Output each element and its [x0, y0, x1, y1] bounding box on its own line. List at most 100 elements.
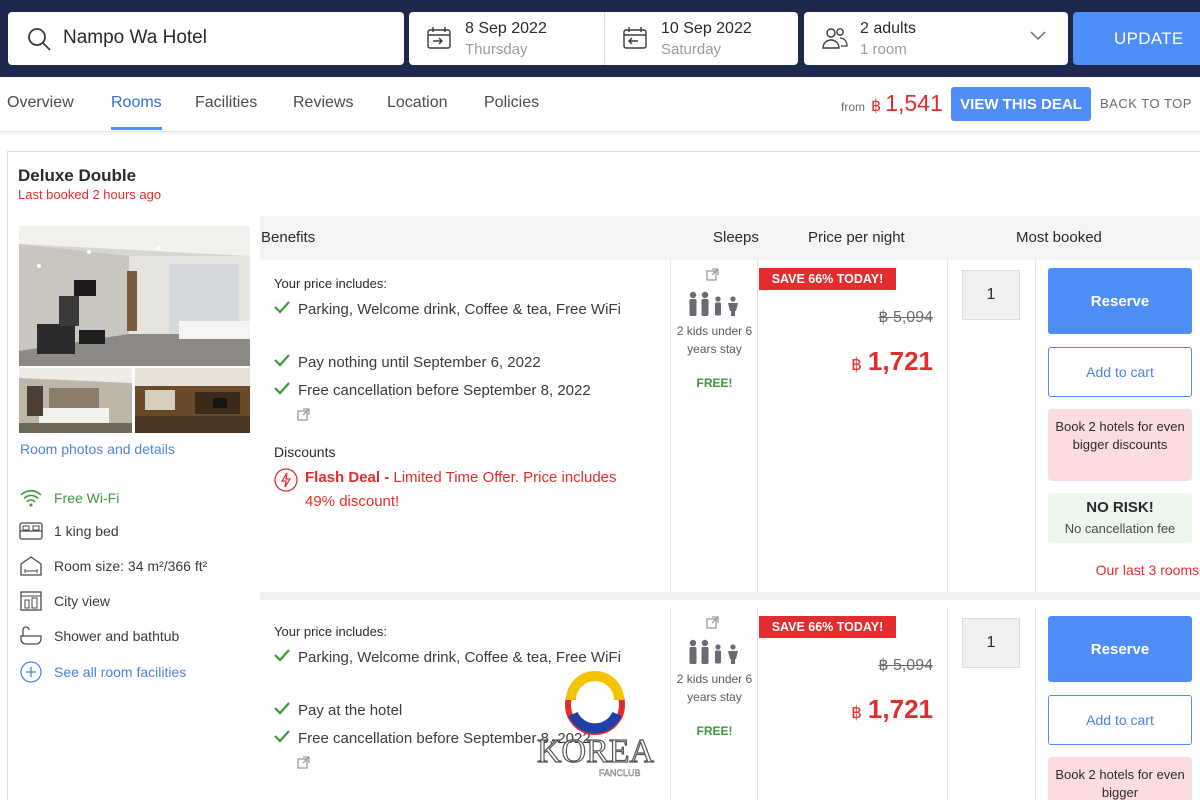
- see-all-facilities-link[interactable]: See all room facilities: [18, 661, 186, 683]
- tab-policies[interactable]: Policies: [484, 94, 539, 112]
- header-sleeps: Sleeps: [713, 229, 759, 246]
- plus-circle-icon: [18, 661, 44, 683]
- occupancy-icon: [689, 639, 738, 664]
- benefit-item: Free cancellation before September 8, 20…: [274, 379, 654, 403]
- external-link-icon[interactable]: [297, 756, 310, 769]
- discounted-price-value: 1,721: [867, 694, 933, 724]
- multi-hotel-promo: Book 2 hotels for even bigger discounts: [1048, 409, 1192, 481]
- watermark-text: KOREA: [537, 733, 655, 770]
- currency-symbol: ฿: [851, 703, 862, 722]
- reserve-button[interactable]: Reserve: [1048, 268, 1192, 334]
- external-link-icon[interactable]: [297, 408, 310, 421]
- back-to-top-link[interactable]: BACK TO TOP: [1100, 96, 1192, 111]
- check-icon: [274, 646, 298, 670]
- search-bar: Nampo Wa Hotel 8 Sep 2022 Thursday 10 Se…: [0, 0, 1200, 77]
- facility-wifi: Free Wi-Fi: [18, 487, 119, 509]
- tab-location[interactable]: Location: [387, 94, 448, 112]
- korea-fanclub-watermark-logo: KOREA FANCLUB: [536, 671, 655, 778]
- reserve-button[interactable]: Reserve: [1048, 616, 1192, 682]
- facility-label: Free Wi-Fi: [54, 490, 120, 506]
- room-photo-thumb[interactable]: [19, 368, 132, 433]
- booking-cell: Reserve Add to cart Book 2 hotels for ev…: [1036, 608, 1200, 800]
- kids-free-label: FREE!: [696, 376, 733, 390]
- check-icon: [274, 699, 298, 723]
- room-quantity-select[interactable]: 1: [962, 618, 1020, 668]
- room-photo-main[interactable]: [19, 226, 250, 366]
- benefit-text: Parking, Welcome drink, Coffee & tea, Fr…: [298, 649, 621, 666]
- no-risk-title: NO RISK!: [1086, 499, 1154, 516]
- facility-bed: 1 king bed: [18, 520, 119, 542]
- flash-deal-label: Flash Deal -: [305, 469, 390, 486]
- price-cell: SAVE 66% TODAY! ฿ 5,094 ฿ 1,721: [758, 260, 948, 592]
- external-link-icon[interactable]: [706, 268, 719, 281]
- quantity-cell: 1: [948, 260, 1036, 592]
- offer-row: Your price includes: Parking, Welcome dr…: [260, 608, 1200, 800]
- benefit-text: Free cancellation before September 8, 20…: [298, 382, 591, 399]
- view-deal-button[interactable]: VIEW THIS DEAL: [951, 87, 1091, 121]
- chevron-down-icon: [1030, 31, 1046, 41]
- external-link-icon[interactable]: [706, 616, 719, 629]
- flash-deal-text: Flash Deal - Limited Time Offer. Price i…: [305, 466, 625, 514]
- facility-city-view: City view: [18, 590, 110, 612]
- tab-facilities[interactable]: Facilities: [195, 94, 257, 112]
- price-includes-title: Your price includes:: [274, 624, 387, 639]
- facility-label: Room size: 34 m²/366 ft²: [54, 558, 208, 574]
- scarcity-message: Our last 3 rooms!: [1095, 562, 1200, 578]
- discounted-price: ฿ 1,721: [851, 346, 933, 377]
- benefit-text: Parking, Welcome drink, Coffee & tea, Fr…: [298, 301, 621, 318]
- checkin-day: Thursday: [465, 41, 528, 58]
- original-price: ฿ 5,094: [878, 309, 933, 326]
- watermark-subtext: FANCLUB: [599, 768, 641, 778]
- room-photo-thumb[interactable]: [135, 368, 250, 433]
- save-badge: SAVE 66% TODAY!: [759, 268, 896, 290]
- facility-label: City view: [54, 593, 111, 609]
- price-includes-title: Your price includes:: [274, 276, 387, 291]
- original-price: ฿ 5,094: [878, 657, 933, 674]
- facility-label: Shower and bathtub: [54, 628, 180, 644]
- checkin-date: 8 Sep 2022: [465, 20, 547, 37]
- guests-dropdown[interactable]: 2 adults 1 room: [804, 12, 1068, 65]
- discounts-title: Discounts: [274, 444, 336, 460]
- lightning-icon: [274, 468, 298, 492]
- add-to-cart-button[interactable]: Add to cart: [1048, 695, 1192, 745]
- kids-stay-text: 2 kids under 6 years stay: [676, 672, 753, 704]
- last-booked: Last booked 2 hours ago: [18, 187, 162, 202]
- active-tab-indicator: [111, 127, 162, 130]
- currency-symbol: ฿: [851, 355, 862, 374]
- checkout-field[interactable]: 10 Sep 2022 Saturday: [604, 12, 798, 65]
- kids-stay-text: 2 kids under 6 years stay: [676, 324, 753, 356]
- room-photos-link[interactable]: Room photos and details: [20, 441, 175, 457]
- search-icon: [28, 28, 51, 51]
- city-view-icon: [18, 590, 44, 612]
- facility-room-size: Room size: 34 m²/366 ft²: [18, 555, 207, 577]
- check-icon: [274, 379, 298, 403]
- booking-cell: Reserve Add to cart Book 2 hotels for ev…: [1036, 260, 1200, 592]
- room-title: Deluxe Double: [18, 166, 137, 185]
- hotel-search-field[interactable]: Nampo Wa Hotel: [8, 12, 404, 65]
- kids-free-label: FREE!: [696, 724, 733, 738]
- checkin-field[interactable]: 8 Sep 2022 Thursday: [409, 12, 603, 65]
- room-quantity-select[interactable]: 1: [962, 270, 1020, 320]
- discounted-price: ฿ 1,721: [851, 694, 933, 725]
- no-risk-subtitle: No cancellation fee: [1064, 521, 1176, 536]
- guests-adults: 2 adults: [860, 20, 917, 37]
- update-button[interactable]: UPDATE: [1073, 12, 1200, 65]
- sleeps-cell: 2 kids under 6 years stay FREE!: [671, 260, 758, 592]
- guests-rooms: 1 room: [860, 41, 907, 58]
- benefit-text: Pay nothing until September 6, 2022: [298, 354, 541, 371]
- currency-symbol: ฿: [871, 98, 882, 115]
- benefits-cell: Your price includes: Parking, Welcome dr…: [260, 260, 671, 592]
- header-price: Price per night: [808, 229, 905, 246]
- tab-overview[interactable]: Overview: [7, 94, 74, 112]
- date-range-picker: 8 Sep 2022 Thursday 10 Sep 2022 Saturday: [409, 12, 798, 65]
- check-icon: [274, 727, 298, 751]
- quantity-cell: 1: [948, 608, 1036, 800]
- from-price: ฿ 1,541: [871, 90, 943, 117]
- offers-table-header: Benefits Sleeps Price per night Most boo…: [260, 216, 1200, 260]
- add-to-cart-button[interactable]: Add to cart: [1048, 347, 1192, 397]
- tab-rooms[interactable]: Rooms: [111, 94, 162, 112]
- price-cell: SAVE 66% TODAY! ฿ 5,094 ฿ 1,721: [758, 608, 948, 800]
- tab-reviews[interactable]: Reviews: [293, 94, 353, 112]
- wifi-icon: [18, 487, 44, 509]
- calendar-checkin-icon: [427, 27, 451, 49]
